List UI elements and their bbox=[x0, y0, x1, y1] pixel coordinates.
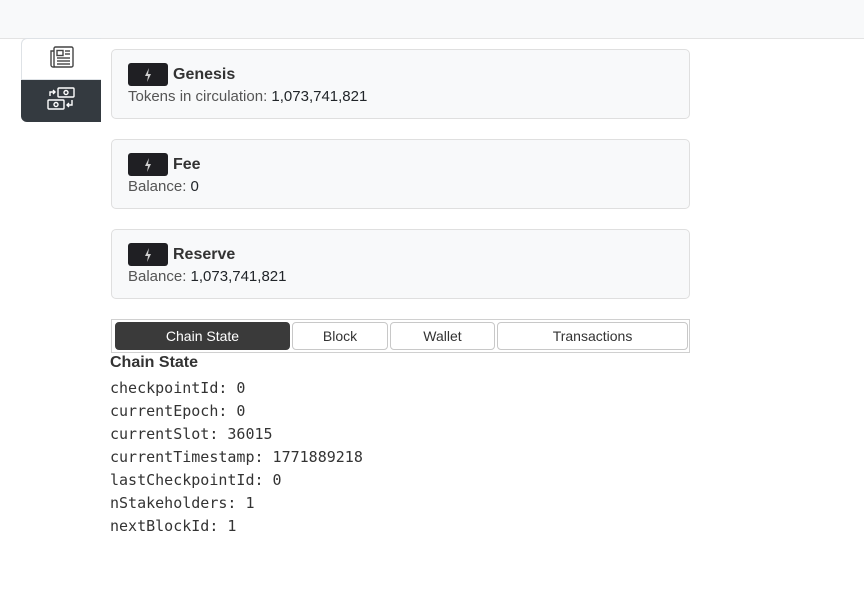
account-value: 0 bbox=[190, 178, 199, 195]
tab-wallet[interactable]: Wallet bbox=[390, 322, 495, 350]
top-navbar bbox=[0, 0, 864, 39]
chain-state-item: currentEpoch: 0 bbox=[110, 402, 246, 420]
tab-chain-state[interactable]: Chain State bbox=[115, 322, 290, 350]
tab-block[interactable]: Block bbox=[292, 322, 388, 350]
account-label: Balance: bbox=[128, 178, 187, 195]
sidebar-item-news[interactable] bbox=[21, 38, 101, 80]
chain-state-item: nextBlockId: 1 bbox=[110, 517, 237, 535]
lightning-icon bbox=[128, 153, 168, 176]
account-label: Tokens in circulation: bbox=[128, 88, 268, 105]
cash-exchange-icon bbox=[46, 86, 76, 117]
sidebar-item-transactions[interactable] bbox=[21, 80, 101, 122]
chain-state-list: checkpointId: 0 currentEpoch: 0 currentS… bbox=[110, 378, 363, 539]
account-card-fee: Fee Balance: 0 bbox=[111, 139, 690, 209]
chain-state-item: checkpointId: 0 bbox=[110, 379, 246, 397]
account-card-genesis: Genesis Tokens in circulation: 1,073,741… bbox=[111, 49, 690, 119]
account-name: Fee bbox=[173, 155, 201, 173]
chain-state-item: lastCheckpointId: 0 bbox=[110, 471, 282, 489]
section-title: Chain State bbox=[110, 354, 199, 371]
chain-state-item: currentTimestamp: 1771889218 bbox=[110, 448, 363, 466]
lightning-icon bbox=[128, 243, 168, 266]
lightning-icon bbox=[128, 63, 168, 86]
account-card-reserve: Reserve Balance: 1,073,741,821 bbox=[111, 229, 690, 299]
chain-state-item: currentSlot: 36015 bbox=[110, 425, 273, 443]
account-name: Reserve bbox=[173, 245, 236, 263]
view-tabs: Chain State Block Wallet Transactions bbox=[111, 319, 690, 353]
account-label: Balance: bbox=[128, 268, 187, 285]
chain-state-item: nStakeholders: 1 bbox=[110, 494, 255, 512]
newspaper-icon bbox=[49, 45, 75, 74]
account-value: 1,073,741,821 bbox=[271, 88, 368, 105]
account-name: Genesis bbox=[173, 65, 236, 83]
account-value: 1,073,741,821 bbox=[190, 268, 287, 285]
tab-transactions[interactable]: Transactions bbox=[497, 322, 688, 350]
